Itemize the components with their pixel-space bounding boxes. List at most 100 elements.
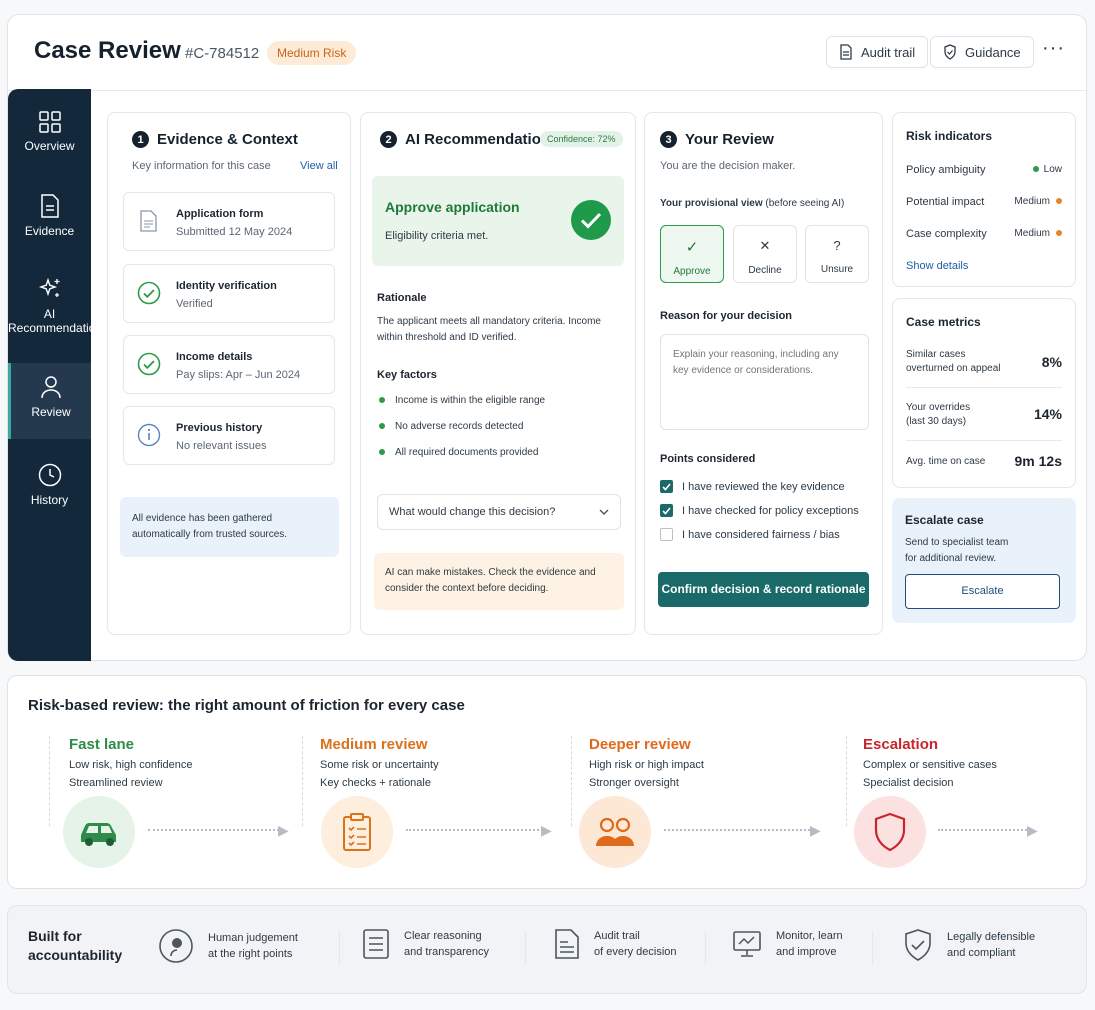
accountability-line: and compliant — [947, 947, 1016, 959]
point-checkbox-fairness[interactable]: I have considered fairness / bias — [660, 528, 840, 541]
recommendation-title: Approve application — [385, 199, 520, 215]
accountability-line: Monitor, learn — [776, 930, 843, 942]
orange-dot-icon — [1056, 230, 1062, 236]
orange-dot-icon — [1056, 198, 1062, 204]
metric-value: 9m 12s — [1014, 453, 1062, 469]
arrow-right-icon: ▶ — [278, 822, 289, 838]
approve-option-button[interactable]: ✓ Approve — [660, 225, 724, 283]
risk-label: Case complexity — [906, 228, 987, 240]
chevron-down-icon — [599, 509, 609, 515]
key-factor-text: All required documents provided — [395, 447, 539, 458]
lane-line: Complex or sensitive cases — [863, 759, 997, 771]
your-review-panel: 3 Your Review You are the decision maker… — [644, 112, 883, 635]
metric-label-line: (last 30 days) — [906, 416, 967, 427]
key-factor: All required documents provided — [379, 447, 538, 458]
lane-line: Streamlined review — [69, 777, 163, 789]
accountability-item: Legally defensible and compliant — [903, 928, 1035, 962]
evidence-heading: 1 Evidence & Context — [132, 131, 298, 148]
confirm-decision-button[interactable]: Confirm decision & record rationale — [658, 572, 869, 607]
sparkle-icon — [38, 277, 59, 297]
evidence-item-title: Previous history — [176, 422, 263, 434]
lane-name: Fast lane — [69, 736, 135, 753]
view-all-link[interactable]: View all — [300, 160, 338, 172]
page-title: Case Review — [34, 37, 181, 64]
option-label: Approve — [673, 266, 711, 277]
what-would-change-dropdown[interactable]: What would change this decision? — [377, 494, 621, 530]
file-icon — [140, 210, 157, 232]
key-factor: No adverse records detected — [379, 421, 523, 432]
accountability-line: Human judgement — [208, 932, 298, 944]
lane-line: Stronger oversight — [589, 777, 679, 789]
rationale-text: The applicant meets all mandatory criter… — [377, 316, 601, 343]
lane-name: Medium review — [320, 736, 428, 753]
escalate-text: Send to specialist team for additional re… — [905, 535, 1008, 567]
clipboard-icon — [321, 796, 393, 868]
header: Case Review #C-784512 Medium Risk Audit … — [8, 15, 1086, 91]
metric-label-line: overturned on appeal — [906, 363, 1001, 374]
more-options-icon[interactable]: ··· — [1042, 37, 1065, 60]
evidence-title: Evidence & Context — [157, 131, 298, 148]
provisional-view-label: Your provisional view (before seeing AI) — [660, 198, 844, 209]
accountability-text: Human judgement at the right points — [208, 930, 298, 962]
risk-row: Potential impact Medium — [906, 196, 1062, 208]
divider — [872, 931, 873, 965]
close-icon: ✕ — [759, 238, 771, 253]
sidebar-item-evidence[interactable]: Evidence — [8, 182, 91, 258]
reason-textarea[interactable] — [660, 334, 869, 430]
point-checkbox-policy[interactable]: I have checked for policy exceptions — [660, 504, 859, 517]
sidebar: Overview Evidence AI Recommendation Revi… — [8, 89, 91, 661]
lane-name: Escalation — [863, 736, 939, 753]
sidebar-item-overview[interactable]: Overview — [8, 99, 91, 175]
lane-deeper: Deeper review High risk or high impact S… — [589, 736, 704, 789]
metric-value: 8% — [1041, 354, 1062, 370]
accountability-item: Human judgement at the right points — [158, 928, 298, 964]
divider — [49, 736, 50, 826]
clock-icon — [38, 463, 61, 487]
evidence-item-application[interactable]: Application form Submitted 12 May 2024 — [123, 192, 335, 251]
accountability-item: Clear reasoning and transparency — [362, 928, 489, 960]
ai-title: AI Recommendation — [405, 131, 551, 148]
shield-check-icon — [944, 44, 956, 60]
decline-option-button[interactable]: ✕ Decline — [733, 225, 797, 283]
confidence-badge: Confidence: 72% — [540, 131, 623, 147]
sidebar-item-review[interactable]: Review — [8, 363, 91, 439]
escalate-button[interactable]: Escalate — [905, 574, 1060, 609]
point-checkbox-evidence[interactable]: I have reviewed the key evidence — [660, 480, 845, 493]
evidence-item-history[interactable]: Previous history No relevant issues — [123, 406, 335, 465]
evidence-item-sub: Verified — [176, 298, 213, 310]
sidebar-item-label: Evidence — [24, 224, 75, 238]
audit-trail-button[interactable]: Audit trail — [826, 36, 929, 68]
section-title: Risk-based review: the right amount of f… — [28, 697, 465, 714]
guidance-button[interactable]: Guidance — [930, 36, 1034, 68]
user-icon — [41, 376, 61, 399]
accountability-item: Monitor, learn and improve — [732, 928, 843, 960]
checkbox-empty-icon — [660, 528, 673, 541]
point-label: I have reviewed the key evidence — [682, 480, 845, 493]
risk-level: Medium — [1014, 196, 1062, 207]
step-number: 2 — [380, 131, 397, 148]
unsure-option-button[interactable]: ? Unsure — [805, 225, 869, 283]
evidence-item-title: Application form — [176, 208, 264, 220]
sidebar-item-history[interactable]: History — [8, 451, 91, 527]
escalate-text-line: Send to specialist team — [905, 537, 1009, 548]
evidence-note: All evidence has been gathered automatic… — [120, 497, 339, 557]
risk-level-text: Medium — [1014, 196, 1050, 207]
case-id: #C-784512 — [185, 45, 260, 62]
risk-indicators-title: Risk indicators — [906, 129, 993, 143]
option-label: Decline — [748, 265, 782, 276]
sidebar-item-ai-recommendation[interactable]: AI Recommendation — [8, 265, 91, 353]
accountability-line: Audit trail — [594, 930, 640, 942]
guidance-label: Guidance — [965, 44, 1021, 60]
divider — [339, 931, 340, 965]
show-details-link[interactable]: Show details — [906, 260, 968, 272]
provisional-view-rest: (before seeing AI) — [765, 198, 845, 209]
points-considered-heading: Points considered — [660, 453, 756, 465]
evidence-item-income[interactable]: Income details Pay slips: Apr – Jun 2024 — [123, 335, 335, 394]
divider — [302, 736, 303, 826]
evidence-item-identity[interactable]: Identity verification Verified — [123, 264, 335, 323]
check-circle-icon — [137, 281, 161, 305]
case-metrics-title: Case metrics — [906, 315, 981, 329]
approve-check-icon — [571, 200, 611, 240]
shield-icon — [854, 796, 926, 868]
arrow-line — [938, 829, 1031, 831]
